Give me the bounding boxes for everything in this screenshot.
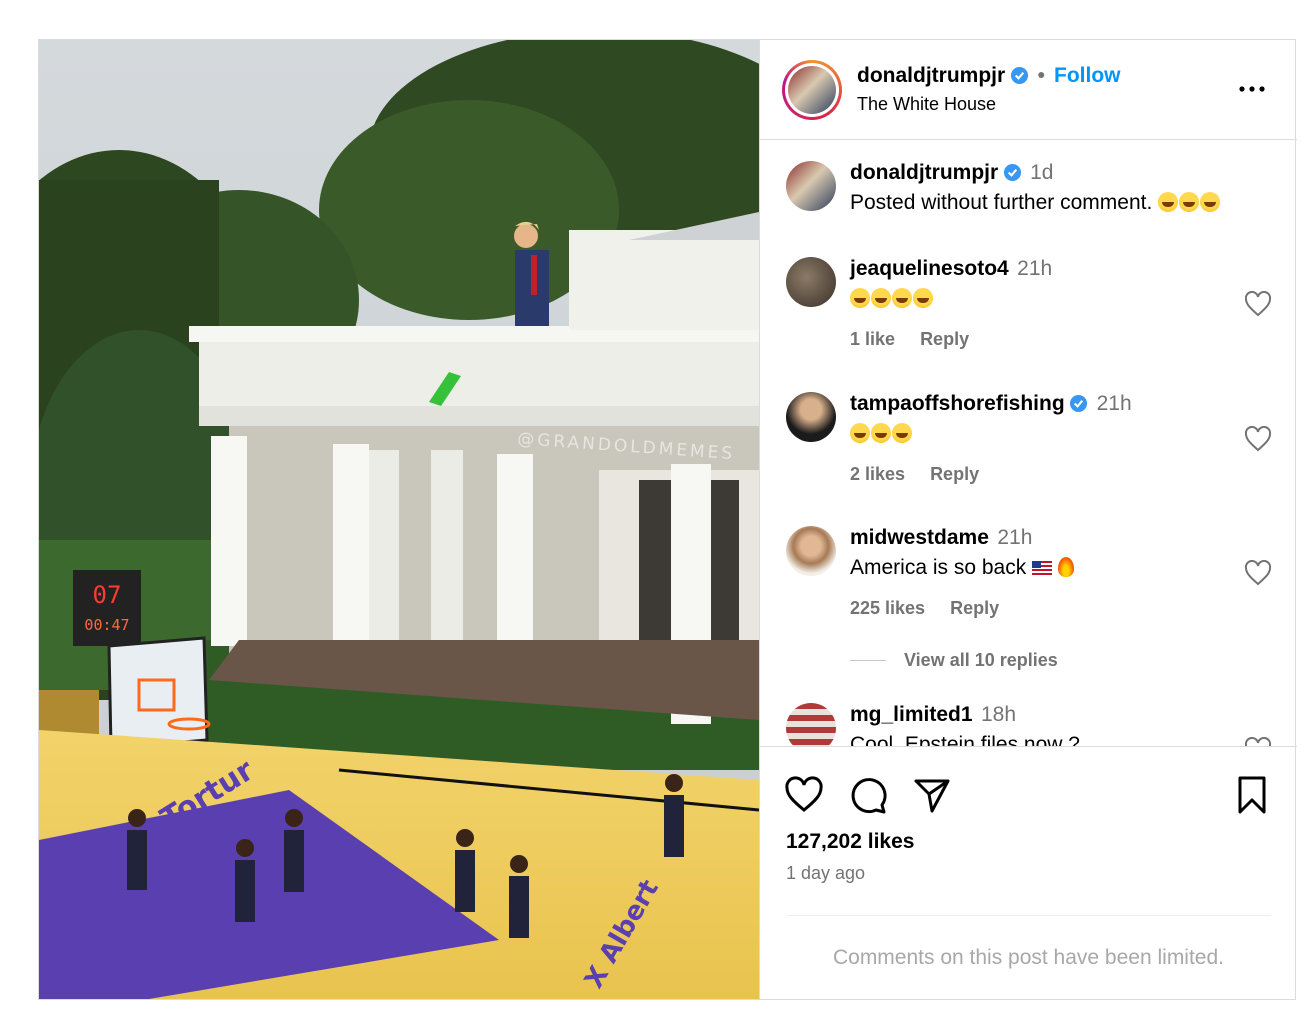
comment-time[interactable]: 21h — [997, 526, 1032, 549]
post-header: donaldjtrumpjr ● Follow The White House — [760, 40, 1297, 140]
verified-badge-icon — [1003, 163, 1021, 182]
laughing-emoji-icon — [850, 287, 934, 311]
comment-time[interactable]: 21h — [1097, 392, 1132, 415]
verified-badge-icon — [1070, 394, 1088, 413]
laughing-emoji-icon — [1158, 191, 1221, 214]
post-sidebar: donaldjtrumpjr ● Follow The White House … — [759, 40, 1297, 999]
separator-dot: ● — [1037, 66, 1046, 82]
likes-count[interactable]: 127,202 likes — [786, 830, 914, 854]
like-heart-icon[interactable] — [1244, 737, 1272, 746]
story-ring[interactable] — [782, 60, 842, 120]
avatar[interactable] — [786, 161, 836, 211]
header-username[interactable]: donaldjtrumpjr — [857, 64, 1005, 87]
heart-icon[interactable] — [784, 775, 824, 815]
like-heart-icon[interactable] — [1244, 426, 1272, 452]
comment-icon[interactable] — [848, 775, 888, 815]
comment-username[interactable]: mg_limited1 — [850, 703, 973, 726]
comment-likes[interactable]: 225 likes — [850, 598, 925, 618]
scoreboard-top: 07 — [93, 581, 122, 609]
reply-button[interactable]: Reply — [950, 598, 999, 618]
comment-username[interactable]: jeaquelinesoto4 — [850, 257, 1009, 280]
share-icon[interactable] — [912, 775, 952, 815]
comment-likes[interactable]: 1 like — [850, 329, 895, 349]
more-horizontal-icon[interactable] — [1237, 77, 1267, 101]
like-heart-icon[interactable] — [1244, 291, 1272, 317]
avatar[interactable] — [786, 526, 836, 576]
comment-username[interactable]: donaldjtrumpjr — [850, 161, 998, 184]
post-image[interactable]: @GRANDOLDMEMES 07 00:47 Tortur X Albert — [39, 40, 759, 999]
reply-button[interactable]: Reply — [930, 464, 979, 484]
follow-button[interactable]: Follow — [1054, 64, 1121, 87]
comment-time[interactable]: 21h — [1017, 257, 1052, 280]
avatar[interactable] — [788, 66, 836, 114]
comments-list[interactable]: donaldjtrumpjr 1d Posted without further… — [760, 141, 1297, 746]
avatar[interactable] — [786, 703, 836, 746]
scoreboard-bottom: 00:47 — [84, 616, 129, 634]
comment-time[interactable]: 1d — [1030, 161, 1053, 184]
us-flag-icon — [1032, 561, 1053, 575]
post-image-illustration: @GRANDOLDMEMES 07 00:47 Tortur X Albert — [39, 40, 759, 999]
comment-time[interactable]: 18h — [981, 703, 1016, 726]
view-replies-button[interactable]: View all 10 replies — [850, 650, 1058, 671]
reply-button[interactable]: Reply — [920, 329, 969, 349]
verified-badge-icon — [1010, 66, 1028, 85]
laughing-emoji-icon — [850, 422, 913, 446]
post-time[interactable]: 1 day ago — [786, 863, 865, 884]
comment-text: Cool. Epstein files now ? — [850, 733, 1080, 746]
comments-limited-notice: Comments on this post have been limited. — [786, 915, 1271, 970]
post-actions: 127,202 likes 1 day ago — [760, 746, 1297, 906]
comment-text: America is so back — [850, 556, 1027, 579]
location-link[interactable]: The White House — [857, 94, 996, 115]
like-heart-icon[interactable] — [1244, 560, 1272, 586]
comment-likes[interactable]: 2 likes — [850, 464, 905, 484]
comment-username[interactable]: midwestdame — [850, 526, 989, 549]
bookmark-icon[interactable] — [1232, 775, 1272, 815]
avatar[interactable] — [786, 392, 836, 442]
caption-text: Posted without further comment. — [850, 191, 1221, 215]
post-container: @GRANDOLDMEMES 07 00:47 Tortur X Albert — [38, 39, 1297, 1000]
avatar[interactable] — [786, 257, 836, 307]
fire-icon — [1057, 557, 1074, 577]
comment-username[interactable]: tampaoffshorefishing — [850, 392, 1065, 415]
